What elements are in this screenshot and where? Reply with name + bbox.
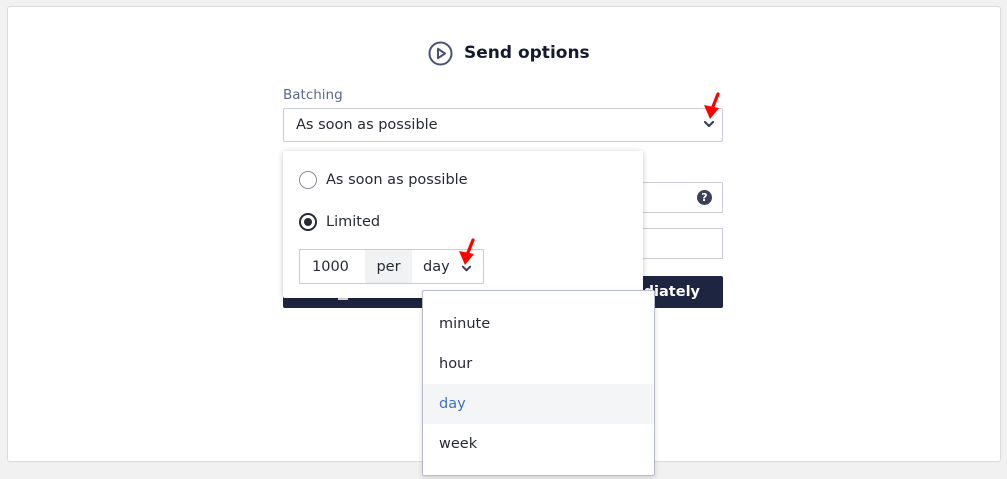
unit-dropdown-menu: minute hour day week <box>422 290 655 476</box>
radio-checked[interactable] <box>299 213 317 231</box>
dropdown-option-hour[interactable]: hour <box>423 344 654 384</box>
batching-select[interactable]: As soon as possible <box>283 108 723 142</box>
annotation-arrow-icon <box>459 238 475 265</box>
help-icon[interactable]: ? <box>697 190 712 205</box>
section-title-text: Send options <box>464 43 590 63</box>
rate-amount-input[interactable]: 1000 <box>300 250 365 283</box>
rate-unit-value: day <box>423 258 450 275</box>
radio-option-asap[interactable]: As soon as possible <box>299 171 468 189</box>
batching-label: Batching <box>283 87 343 103</box>
radio-option-limited[interactable]: Limited <box>299 213 380 231</box>
radio-unchecked[interactable] <box>299 171 317 189</box>
dropdown-option-minute[interactable]: minute <box>423 304 654 344</box>
radio-label-limited: Limited <box>326 214 381 230</box>
dropdown-option-day[interactable]: day <box>423 384 654 424</box>
annotation-arrow-icon <box>704 92 720 119</box>
dropdown-option-week[interactable]: week <box>423 424 654 464</box>
chevron-down-icon <box>703 120 715 128</box>
radio-label-asap: As soon as possible <box>326 172 468 188</box>
play-circle-icon <box>428 41 453 65</box>
background-input-field-2[interactable] <box>630 228 723 259</box>
rate-per-label: per <box>365 250 412 283</box>
background-input-field[interactable]: ? <box>630 182 723 213</box>
section-title: Send options <box>428 40 590 66</box>
batching-popover: As soon as possible Limited 1000 per day <box>283 151 643 298</box>
batching-selected-value: As soon as possible <box>296 117 438 133</box>
